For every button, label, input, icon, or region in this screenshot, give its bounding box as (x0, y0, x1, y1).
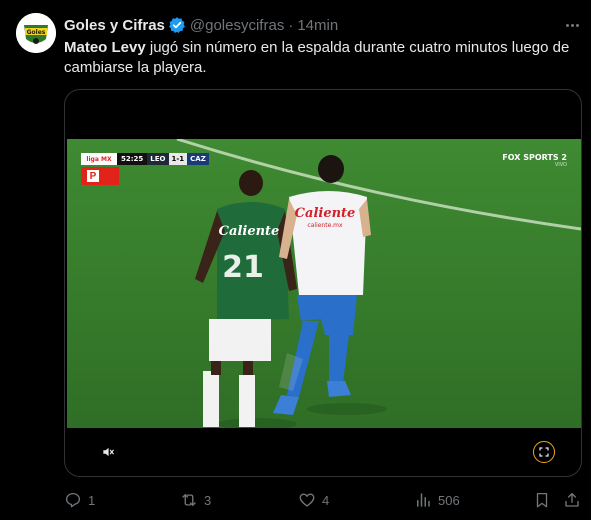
repost-button[interactable]: 3 (180, 487, 211, 513)
away-shirt-sponsor: Caliente (295, 206, 356, 221)
more-dot-icon (570, 23, 574, 27)
broadcaster-sub: VIVO (554, 162, 567, 168)
bookmark-button[interactable] (533, 487, 551, 513)
home-shirt-sponsor: Caliente (219, 224, 280, 239)
scorebug: liga MX 52:25 LEO 1-1 CAZ (81, 153, 209, 165)
tweet-text: Mateo Levy jugó sin número en la espalda… (64, 38, 584, 78)
avatar-label: Goles (27, 29, 46, 36)
timestamp[interactable]: 14min (297, 17, 338, 34)
more-dot-icon (565, 23, 569, 27)
league-logo: liga MX (81, 153, 117, 165)
separator: · (288, 16, 294, 34)
video-frame[interactable]: Caliente 21 Caliente caliente.mx liga MX… (67, 139, 581, 428)
display-name[interactable]: Goles y Cifras (64, 17, 165, 34)
fullscreen-button[interactable] (533, 441, 555, 463)
soccer-scene-image: Caliente 21 Caliente caliente.mx (67, 139, 581, 428)
reply-count: 1 (88, 492, 96, 508)
broadcaster-name: FOX SPORTS 2 (502, 153, 567, 162)
home-team: LEO (147, 153, 169, 165)
mute-icon[interactable] (101, 445, 115, 459)
match-clock: 52:25 (117, 153, 148, 165)
like-button[interactable]: 4 (298, 487, 329, 513)
video-player[interactable]: Caliente 21 Caliente caliente.mx liga MX… (64, 89, 582, 477)
reply-button[interactable]: 1 (64, 487, 95, 513)
bookmark-icon (536, 492, 548, 508)
channel-badge: P (81, 167, 119, 185)
away-team: CAZ (187, 153, 209, 165)
tweet[interactable]: Goles Goles y Cifras @golesycifras · 14m… (0, 0, 591, 520)
share-button[interactable] (563, 487, 581, 513)
handle[interactable]: @golesycifras (190, 17, 284, 34)
more-options-button[interactable] (562, 16, 582, 34)
share-icon (565, 492, 579, 507)
heart-icon (299, 493, 315, 507)
home-shirt-number: 21 (222, 250, 264, 285)
broadcaster-logo: FOX SPORTS 2 VIVO (502, 153, 567, 168)
verified-badge-icon (169, 17, 185, 33)
channel-badge-letter: P (87, 170, 99, 182)
repost-count: 3 (204, 492, 212, 508)
like-count: 4 (322, 492, 330, 508)
avatar[interactable]: Goles (16, 13, 56, 53)
views-count: 506 (438, 492, 460, 508)
match-score: 1-1 (168, 153, 188, 165)
repost-icon (182, 494, 196, 506)
fullscreen-icon (539, 447, 549, 457)
away-shirt-sponsor-sub: caliente.mx (307, 222, 343, 229)
views-chart-icon (417, 493, 430, 507)
reply-icon (65, 492, 81, 508)
views-button[interactable]: 506 (414, 487, 460, 513)
more-dot-icon (575, 23, 579, 27)
tweet-text-bold: Mateo Levy (64, 39, 146, 56)
goles-y-cifras-logo-icon: Goles (16, 13, 56, 53)
tweet-actions: 1 3 4 506 (0, 487, 591, 513)
tweet-header: Goles y Cifras @golesycifras · 14min (64, 14, 338, 36)
